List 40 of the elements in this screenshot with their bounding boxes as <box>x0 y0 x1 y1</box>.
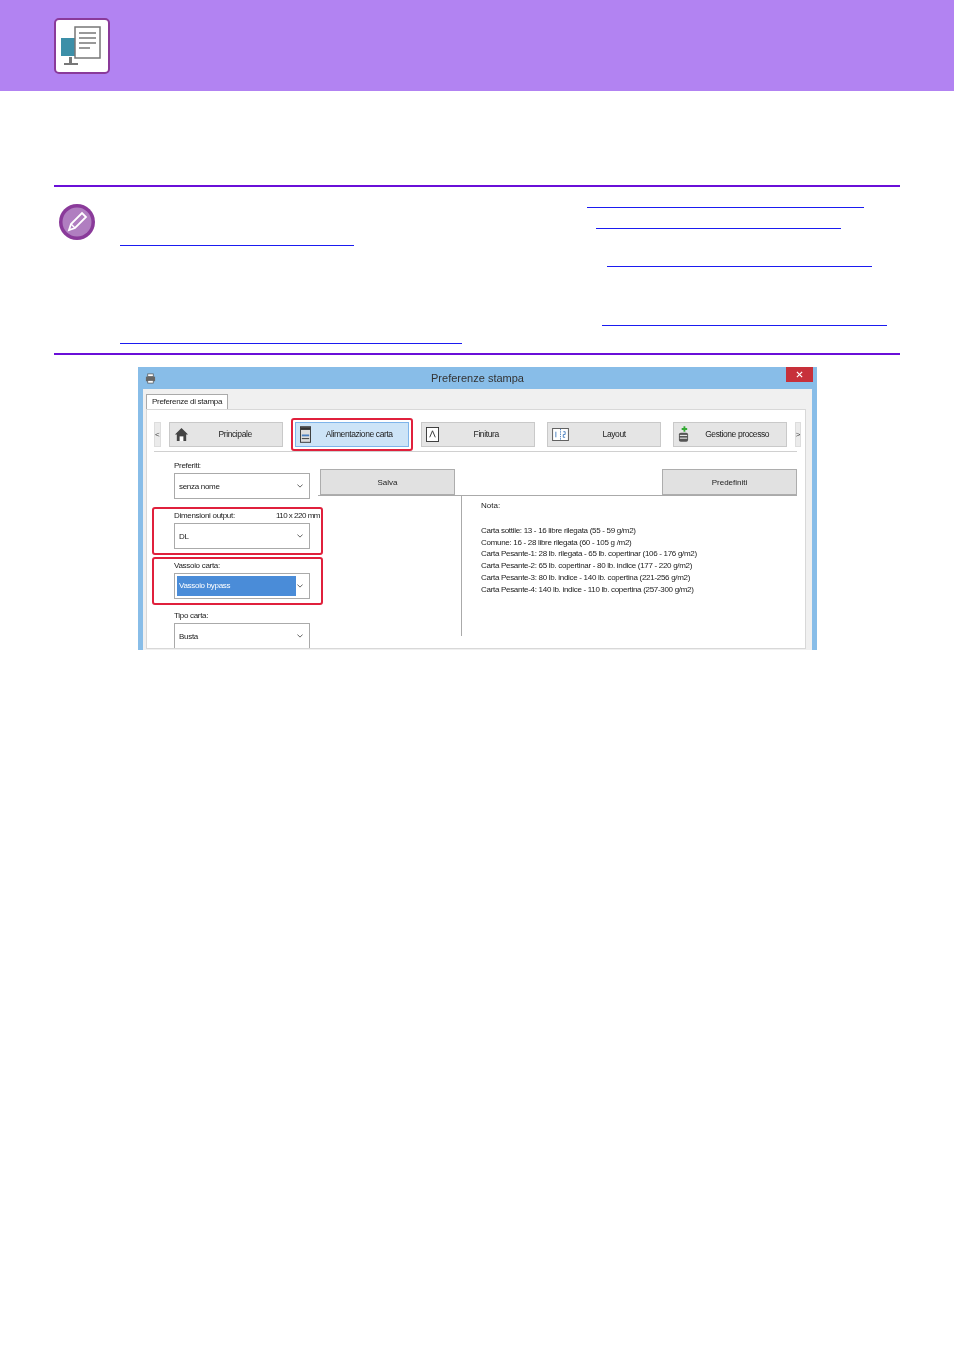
window-title: Preferenze stampa <box>431 372 524 384</box>
next-button[interactable]: > <box>794 421 802 447</box>
field-label: Dimensioni output: <box>174 511 235 520</box>
note-line: Carta Pesante-1: 28 lb. rilegata - 65 lb. copertinar (106 - 176 g/m2) <box>481 548 697 561</box>
dropdown[interactable]: DL <box>174 523 310 549</box>
two-pages-icon <box>551 427 569 441</box>
dropdown[interactable]: Busta <box>174 623 310 648</box>
note-title: Nota: <box>481 501 502 510</box>
previous-button[interactable]: < <box>154 421 161 447</box>
field-label: Tipo carta: <box>174 611 209 620</box>
tab[interactable]: Principale <box>168 421 283 447</box>
chevron-icon <box>297 584 303 588</box>
house-icon <box>173 426 189 442</box>
tab[interactable]: Gestione processo <box>672 421 787 447</box>
close-icon <box>796 371 803 378</box>
note-line: Carta Pesante-3: 80 lb. indice - 140 lb. copertina (221-256 g/m2) <box>481 571 692 584</box>
note-line: Carta Pesante-4: 140 lb. indice - 110 lb. copertina (257-300 g/m2) <box>481 583 695 596</box>
dropdown[interactable]: senza nome <box>174 473 310 499</box>
field-label: Vassoio carta: <box>174 561 220 570</box>
tab[interactable]: Alimentazione carta <box>294 421 409 447</box>
chevron-icon <box>297 634 303 638</box>
field-label: Preferiti: <box>174 461 202 470</box>
tab[interactable]: Finitura <box>420 421 535 447</box>
sheet-tab[interactable]: Preferenze di stampa <box>146 394 229 409</box>
dialog-button[interactable]: Salva <box>320 469 455 495</box>
chevron-icon <box>297 484 303 488</box>
close-button[interactable] <box>786 367 813 382</box>
document-stack-icon <box>677 425 689 443</box>
note-line: Carta Pesante-2: 65 lb. copertinar - 80 lb. indice (177 - 220 g/m2) <box>481 560 694 572</box>
note-line: Comune: 16 - 28 libre rilegata (60 - 105 g /m2) <box>481 536 633 549</box>
page-icon <box>425 426 439 442</box>
dialog-button[interactable]: Predefiniti <box>662 469 797 495</box>
note-line: Carta sottile: 13 - 16 libre rilegata (55 - 59 g/m2) <box>481 525 637 537</box>
tab[interactable]: Layout <box>546 421 661 447</box>
chevron-icon <box>297 534 303 538</box>
size-reading: 110 x 220 mm <box>275 511 320 520</box>
pencil-icon <box>58 203 96 241</box>
printer-icon <box>145 372 156 384</box>
copier-icon <box>299 425 311 443</box>
computer-document-icon <box>54 17 110 74</box>
